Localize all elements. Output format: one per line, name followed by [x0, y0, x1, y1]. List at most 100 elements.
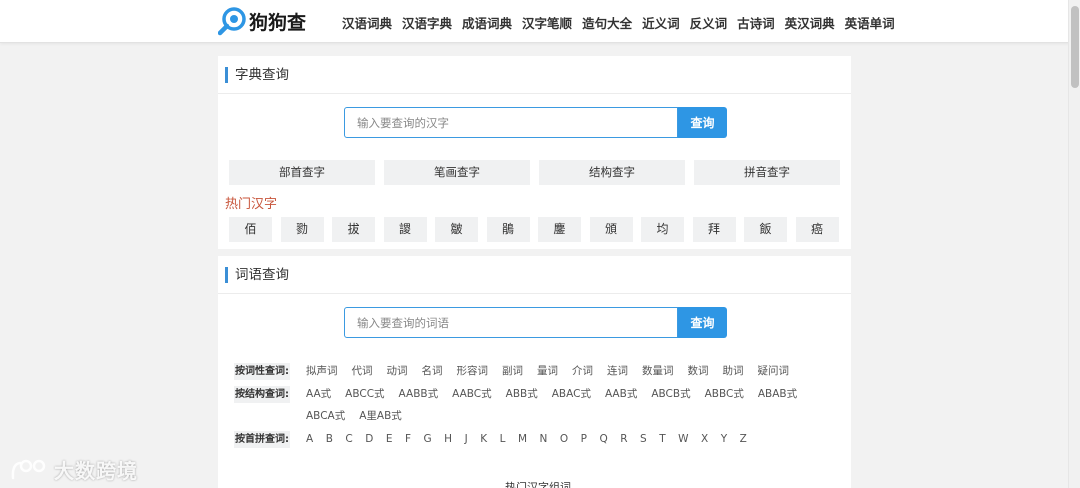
pos-link[interactable]: 代词 — [352, 363, 373, 380]
pos-link[interactable]: 疑问词 — [758, 363, 790, 380]
pinyin-letter-link[interactable]: Y — [721, 431, 727, 448]
structure-link[interactable]: ABCB式 — [651, 386, 690, 403]
filter-label-pos: 按词性查词: — [234, 363, 290, 380]
hot-char[interactable]: 拜 — [692, 217, 736, 242]
filter-label-pinyin: 按首拼查词: — [234, 431, 290, 448]
pinyin-letter-link[interactable]: B — [326, 431, 333, 448]
nav-link[interactable]: 汉语字典 — [402, 13, 452, 32]
scrollbar-thumb[interactable] — [1071, 6, 1079, 88]
pinyin-letter-link[interactable]: N — [540, 431, 548, 448]
zidian-search-input[interactable] — [344, 107, 678, 138]
zidian-search-button[interactable]: 查询 — [678, 107, 727, 138]
pinyin-letter-link[interactable]: H — [444, 431, 452, 448]
pos-link[interactable]: 形容词 — [457, 363, 489, 380]
hot-char[interactable]: 拔 — [332, 217, 375, 242]
page-scrollbar[interactable] — [1068, 0, 1080, 488]
hot-char[interactable]: 頒 — [589, 217, 633, 242]
hot-chars-title: 热门汉字 — [225, 197, 278, 212]
divider — [218, 93, 851, 94]
nav-link[interactable]: 反义词 — [690, 13, 728, 32]
nav-link[interactable]: 造句大全 — [582, 13, 632, 32]
top-navbar: 狗狗查 汉语词典 汉语字典 成语词典 汉字笔顺 造句大全 近义词 反义词 古诗词… — [0, 0, 1080, 43]
filter-by-structure: 按结构查词: AA式 ABCC式 AABB式 AABC式 ABB式 ABAC式 AAB式 AB… — [234, 386, 834, 425]
pinyin-letter-link[interactable]: F — [405, 431, 411, 448]
pos-link[interactable]: 量词 — [537, 363, 558, 380]
structure-link[interactable]: ABCC式 — [345, 386, 384, 403]
pos-link[interactable]: 数词 — [688, 363, 709, 380]
pos-link[interactable]: 名词 — [422, 363, 443, 380]
site-name: 狗狗查 — [249, 11, 307, 34]
pinyin-letter-link[interactable]: Q — [599, 431, 607, 448]
hot-words-title: 热门汉字组词 — [505, 481, 571, 488]
hot-char[interactable]: 均 — [641, 217, 684, 242]
structure-link[interactable]: AAB式 — [605, 386, 637, 403]
structure-link[interactable]: AABB式 — [399, 386, 439, 403]
nav-link[interactable]: 汉字笔顺 — [522, 13, 572, 32]
pos-link[interactable]: 数量词 — [642, 363, 674, 380]
hot-char[interactable]: 皺 — [435, 217, 478, 242]
pinyin-letter-link[interactable]: Z — [740, 431, 747, 448]
hot-char[interactable]: 癌 — [795, 217, 839, 242]
ciyu-title: 词语查询 — [225, 267, 289, 283]
pinyin-letter-link[interactable]: D — [365, 431, 373, 448]
pinyin-letter-link[interactable]: S — [640, 431, 647, 448]
pos-link[interactable]: 动词 — [387, 363, 408, 380]
nav-link[interactable]: 英汉词典 — [785, 13, 835, 32]
pos-link[interactable]: 连词 — [607, 363, 628, 380]
mode-button-bushou[interactable]: 部首查字 — [229, 160, 375, 185]
pinyin-letter-link[interactable]: X — [701, 431, 708, 448]
mode-button-jiegou[interactable]: 结构查字 — [539, 160, 685, 185]
pinyin-letter-link[interactable]: W — [678, 431, 688, 448]
nav-link[interactable]: 近义词 — [642, 13, 680, 32]
watermark: 大数跨境 — [10, 455, 138, 484]
pinyin-letter-link[interactable]: A — [306, 431, 313, 448]
pinyin-letter-link[interactable]: M — [518, 431, 527, 448]
pinyin-letter-link[interactable]: E — [386, 431, 393, 448]
ciyu-search-button[interactable]: 查询 — [678, 307, 727, 338]
pos-link[interactable]: 助词 — [723, 363, 744, 380]
watermark-logo-icon — [11, 459, 46, 479]
filter-by-pinyin: 按首拼查词: ABCDEFGHJKLMNOPQRSTWXYZ — [234, 431, 759, 448]
site-logo[interactable]: 狗狗查 — [217, 6, 307, 36]
pos-link[interactable]: 副词 — [502, 363, 523, 380]
hot-char[interactable]: 勠 — [280, 217, 324, 242]
hot-char[interactable]: 佰 — [229, 217, 272, 242]
mode-button-bihua[interactable]: 笔画查字 — [384, 160, 530, 185]
hot-char[interactable]: 鏖 — [538, 217, 581, 242]
hot-char[interactable]: 飯 — [744, 217, 787, 242]
pinyin-letter-link[interactable]: G — [424, 431, 432, 448]
nav-link[interactable]: 成语词典 — [462, 13, 512, 32]
pinyin-letter-link[interactable]: C — [345, 431, 352, 448]
pos-link[interactable]: 介词 — [572, 363, 593, 380]
structure-link[interactable]: AA式 — [306, 386, 331, 403]
filter-by-pos: 按词性查词: 拟声词 代词 动词 名词 形容词 副词 量词 介词 连词 数量词 数词 助词 疑问词 — [234, 363, 803, 380]
ciyu-search-input[interactable] — [344, 307, 678, 338]
pinyin-letter-link[interactable]: R — [620, 431, 627, 448]
pinyin-letter-link[interactable]: O — [560, 431, 568, 448]
pinyin-letter-link[interactable]: T — [659, 431, 665, 448]
nav-link[interactable]: 英语单词 — [845, 13, 895, 32]
ciyu-card: 词语查询 查询 按词性查词: 拟声词代词动词名词形容词副词量词介词连词数量词数词… — [218, 256, 851, 488]
ciyu-search: 查询 — [344, 307, 727, 338]
hot-char[interactable]: 謖 — [383, 217, 427, 242]
mode-button-pinyin[interactable]: 拼音查字 — [694, 160, 840, 185]
nav-link[interactable]: 汉语词典 — [342, 13, 392, 32]
pinyin-letter-link[interactable]: L — [500, 431, 506, 448]
zidian-card: 字典查询 查询 部首查字 笔画查字 结构查字 拼音查字 热门汉字 佰 勠 拔 謖… — [218, 56, 851, 249]
pos-link[interactable]: 拟声词 — [306, 363, 338, 380]
zidian-search: 查询 — [344, 107, 727, 138]
nav-link[interactable]: 古诗词 — [737, 13, 775, 32]
pinyin-letter-link[interactable]: P — [581, 431, 587, 448]
filter-label-structure: 按结构查词: — [234, 386, 290, 403]
divider — [218, 293, 851, 294]
hot-char[interactable]: 鵑 — [486, 217, 530, 242]
pinyin-letter-link[interactable]: J — [465, 431, 468, 448]
structure-link[interactable]: AABC式 — [452, 386, 492, 403]
structure-link[interactable]: ABBC式 — [705, 386, 744, 403]
structure-link[interactable]: ABAC式 — [552, 386, 591, 403]
structure-link[interactable]: ABB式 — [506, 386, 538, 403]
pinyin-letter-link[interactable]: K — [480, 431, 487, 448]
structure-link[interactable]: ABAB式 — [758, 386, 797, 403]
structure-link[interactable]: A里AB式 — [359, 408, 402, 425]
structure-link[interactable]: ABCA式 — [306, 408, 345, 425]
